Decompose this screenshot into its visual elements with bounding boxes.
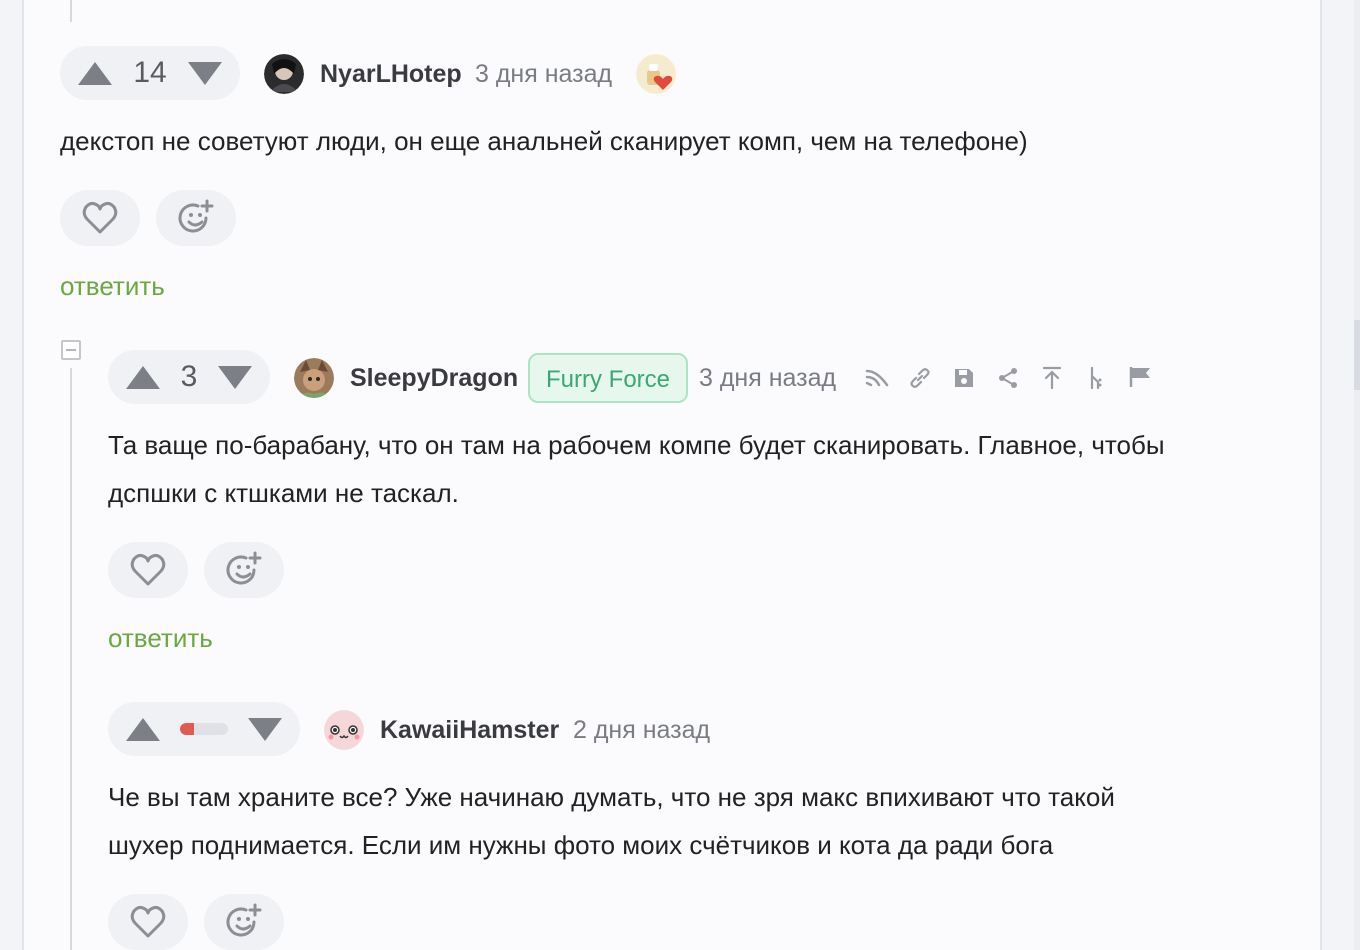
comment-text: декстоп не советуют люди, он еще анальне… bbox=[60, 126, 1028, 156]
save-icon[interactable] bbox=[951, 365, 977, 391]
rating-control: 14 bbox=[60, 46, 240, 100]
link-icon[interactable] bbox=[907, 365, 933, 391]
heart-icon bbox=[130, 553, 166, 586]
heart-icon bbox=[82, 201, 118, 234]
flag-icon[interactable] bbox=[1127, 364, 1153, 390]
timestamp[interactable]: 2 дня назад bbox=[573, 716, 710, 745]
like-button[interactable] bbox=[108, 542, 188, 598]
rating-bar bbox=[180, 723, 228, 735]
thread-line-top bbox=[70, 0, 72, 22]
like-button[interactable] bbox=[108, 894, 188, 950]
vote-up-icon[interactable] bbox=[126, 717, 160, 741]
emoji-add-icon bbox=[226, 903, 262, 937]
scrollbar-track[interactable] bbox=[1354, 0, 1360, 950]
rating-value: 14 bbox=[133, 56, 167, 89]
timestamp[interactable]: 3 дня назад bbox=[475, 60, 612, 89]
heart-icon bbox=[130, 905, 166, 938]
branch-icon[interactable] bbox=[864, 365, 890, 391]
collapse-thread-button[interactable] bbox=[61, 340, 81, 360]
avatar[interactable] bbox=[264, 54, 304, 94]
vote-up-icon[interactable] bbox=[78, 61, 112, 85]
rating-control: 3 bbox=[108, 350, 270, 404]
tree-icon[interactable] bbox=[1083, 365, 1109, 391]
username[interactable]: NyarLHotep bbox=[320, 60, 462, 89]
add-reaction-button[interactable] bbox=[204, 894, 284, 950]
thread-line-level-1[interactable] bbox=[70, 368, 72, 950]
comment-text: Че вы там храните все? Уже начинаю думат… bbox=[108, 782, 1115, 860]
vote-up-icon[interactable] bbox=[126, 365, 160, 389]
rating-value: 3 bbox=[180, 360, 198, 393]
scroll-top-icon[interactable] bbox=[1039, 365, 1065, 391]
emoji-add-icon bbox=[226, 551, 262, 585]
reply-link[interactable]: ответить bbox=[60, 271, 165, 302]
comment-text: Та ваще по-барабану, что он там на рабоч… bbox=[108, 430, 1165, 508]
rating-control bbox=[108, 702, 300, 756]
emoji-add-icon bbox=[178, 199, 214, 233]
username[interactable]: SleepyDragon bbox=[350, 364, 518, 393]
like-button[interactable] bbox=[60, 190, 140, 246]
scrollbar-thumb[interactable] bbox=[1354, 320, 1360, 390]
avatar[interactable] bbox=[294, 358, 334, 398]
vote-down-icon[interactable] bbox=[188, 61, 222, 85]
username[interactable]: KawaiiHamster bbox=[380, 716, 559, 745]
add-reaction-button[interactable] bbox=[156, 190, 236, 246]
timestamp[interactable]: 3 дня назад bbox=[699, 364, 836, 393]
avatar[interactable] bbox=[324, 710, 364, 750]
vote-down-icon[interactable] bbox=[248, 717, 282, 741]
vote-down-icon[interactable] bbox=[218, 365, 252, 389]
community-badge[interactable]: Furry Force bbox=[528, 353, 689, 403]
reply-link[interactable]: ответить bbox=[108, 623, 213, 654]
share-icon[interactable] bbox=[995, 365, 1021, 391]
award-icon[interactable] bbox=[636, 54, 676, 94]
add-reaction-button[interactable] bbox=[204, 542, 284, 598]
